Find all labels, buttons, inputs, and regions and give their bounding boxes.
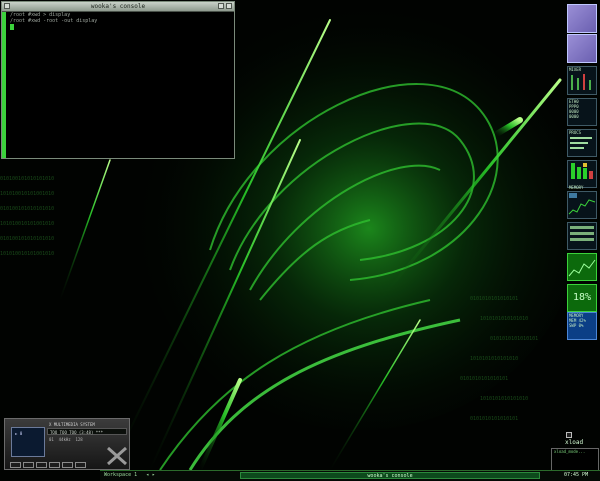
console-titlebar[interactable]: wooka's console	[2, 2, 234, 12]
taskbar: Workspace 1 ◂ ▸ wooka's console 07:45 PM	[100, 470, 600, 481]
console-window[interactable]: wooka's console /root #xwd > display /ro…	[1, 1, 235, 159]
memory-applet: MEMORY MEM 42% SWP 0%	[567, 312, 597, 340]
procs-bars	[570, 137, 592, 149]
network-applet: ETH0 PPP0 0000 0000	[567, 98, 597, 126]
procs-applet: PROCS	[567, 129, 597, 157]
workspace-pager-1[interactable]	[567, 4, 597, 33]
close-button[interactable]	[226, 3, 232, 9]
svg-text:1010101010101010: 1010101010101010	[470, 356, 518, 362]
xmms-logo-icon	[107, 446, 127, 466]
prev-button[interactable]	[10, 462, 21, 468]
player-screen-text: ► 0	[15, 431, 23, 436]
pause-button[interactable]	[36, 462, 47, 468]
minimize-button[interactable]	[218, 3, 224, 9]
console-line: /root #xwd -root -out display	[10, 18, 98, 24]
taskbar-window-label: wooka's console	[367, 473, 413, 479]
svg-text:010100101010101010: 010100101010101010	[0, 206, 54, 212]
svg-text:1010101010101010: 1010101010101010	[480, 316, 528, 322]
graph-applet	[567, 191, 597, 219]
player-bitrate: 01 44kHz 128	[49, 437, 83, 442]
svg-text:1010101010101010: 1010101010101010	[480, 396, 528, 402]
player-visualizer[interactable]: ► 0	[11, 427, 45, 457]
svg-text:101010010101001010: 101010010101001010	[0, 191, 54, 197]
svg-text:0101010101010101: 0101010101010101	[460, 376, 508, 382]
next-button[interactable]	[62, 462, 73, 468]
level-meter	[571, 163, 593, 179]
mixer-sliders[interactable]	[568, 72, 596, 92]
svg-text:0101010101010101: 0101010101010101	[470, 296, 518, 302]
console-cursor	[10, 24, 14, 30]
pager-workspace[interactable]	[567, 4, 597, 33]
mem-label: MEMORY	[569, 185, 584, 190]
play-button[interactable]	[23, 462, 34, 468]
svg-text:010100101010101010: 010100101010101010	[0, 176, 54, 182]
mixer-applet[interactable]: MIXER	[567, 66, 597, 95]
clock: 07:45 PM	[564, 472, 589, 478]
eject-button[interactable]	[75, 462, 86, 468]
stop-button[interactable]	[49, 462, 60, 468]
player-title: X MULTIMEDIA SYSTEM	[49, 422, 95, 427]
xload-label: xload	[565, 439, 584, 446]
workspace-indicator[interactable]: Workspace 1	[104, 471, 137, 480]
cpu-graph	[568, 259, 596, 277]
svg-text:010100101010101010: 010100101010101010	[0, 236, 54, 242]
cpu-percent: 18%	[572, 292, 592, 303]
console-body[interactable]: /root #xwd > display /root #xwd -root -o…	[2, 12, 234, 158]
status-graph	[570, 226, 594, 241]
svg-text:101010010101001010: 101010010101001010	[0, 221, 54, 227]
load-graph	[568, 193, 596, 215]
player-track-display: TOO TOO TOO (3:48) ***	[47, 428, 127, 435]
cpu-percent-applet: 18%	[567, 284, 597, 312]
xload-window-button[interactable]	[566, 432, 572, 438]
meter-applet: MEMORY	[567, 160, 597, 190]
cpu-applet	[567, 253, 597, 281]
pager-workspace[interactable]	[567, 34, 597, 63]
svg-text:0101010101010101: 0101010101010101	[470, 416, 518, 422]
net-label: 0000	[569, 114, 579, 119]
svg-text:101010010101001010: 101010010101001010	[0, 251, 54, 257]
memory-value: SWP 0%	[569, 323, 584, 328]
console-title: wooka's console	[90, 3, 146, 10]
workspace-pager-2[interactable]	[567, 34, 597, 63]
media-player[interactable]: ► 0 X MULTIMEDIA SYSTEM TOO TOO TOO (3:4…	[4, 418, 130, 470]
xload-mini: xload_mode...	[554, 449, 586, 454]
workspace-arrows[interactable]: ◂ ▸	[146, 471, 155, 480]
taskbar-active-window[interactable]: wooka's console	[240, 472, 540, 479]
clock-applet	[567, 222, 597, 250]
svg-text:0101010101010101: 0101010101010101	[490, 336, 538, 342]
